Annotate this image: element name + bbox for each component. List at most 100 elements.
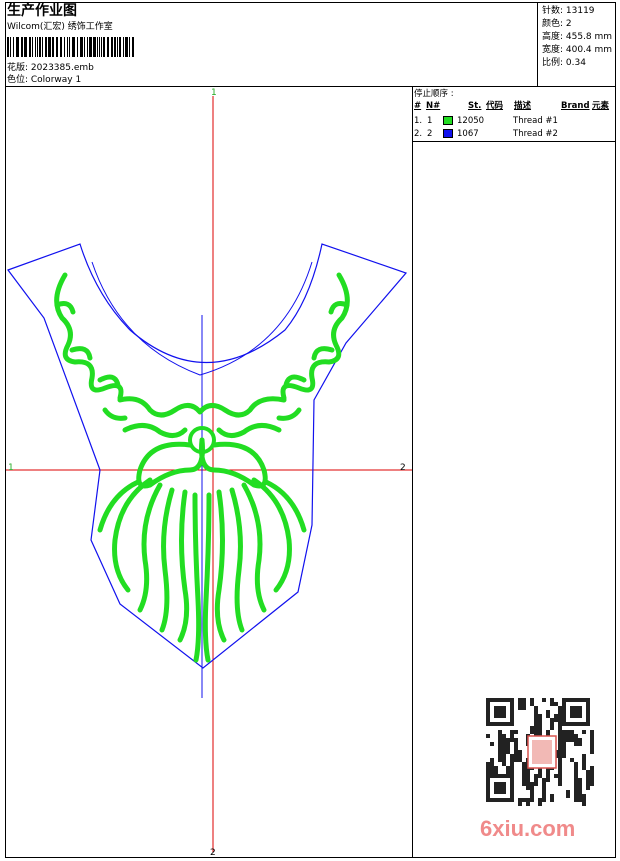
qr-module bbox=[506, 742, 510, 746]
qr-module bbox=[546, 730, 550, 734]
axis-label-top: 1 bbox=[211, 88, 217, 98]
qr-module bbox=[486, 770, 490, 774]
qr-module bbox=[574, 762, 578, 766]
qr-module bbox=[526, 770, 530, 774]
qr-module bbox=[522, 782, 526, 786]
qr-module bbox=[530, 790, 534, 794]
qr-module bbox=[534, 710, 538, 714]
qr-module bbox=[514, 730, 518, 734]
qr-module bbox=[518, 802, 522, 806]
qr-module bbox=[538, 798, 542, 802]
qr-module bbox=[514, 758, 518, 762]
qr-module bbox=[546, 774, 550, 778]
qr-module bbox=[550, 726, 554, 730]
qr-module bbox=[542, 698, 546, 702]
qr-module bbox=[534, 778, 538, 782]
qr-module bbox=[498, 754, 502, 758]
qr-module bbox=[562, 734, 566, 738]
qr-module bbox=[554, 718, 558, 722]
qr-module bbox=[558, 762, 562, 766]
qr-module bbox=[530, 794, 534, 798]
qr-module bbox=[486, 762, 490, 766]
qr-module bbox=[514, 754, 518, 758]
qr-module bbox=[558, 730, 562, 734]
qr-module bbox=[590, 730, 594, 734]
qr-module bbox=[530, 730, 534, 734]
qr-module bbox=[586, 786, 590, 790]
qr-module bbox=[534, 774, 538, 778]
qr-module bbox=[522, 706, 526, 710]
qr-module bbox=[574, 790, 578, 794]
qr-finder bbox=[494, 706, 506, 718]
axis-label-bottom: 2 bbox=[210, 848, 216, 858]
qr-module bbox=[558, 718, 562, 722]
qr-module bbox=[506, 750, 510, 754]
qr-module bbox=[490, 770, 494, 774]
qr-module bbox=[574, 766, 578, 770]
qr-module bbox=[590, 734, 594, 738]
qr-module bbox=[530, 786, 534, 790]
qr-module bbox=[502, 762, 506, 766]
qr-module bbox=[522, 798, 526, 802]
qr-module bbox=[502, 746, 506, 750]
qr-module bbox=[558, 750, 562, 754]
qr-module bbox=[562, 746, 566, 750]
qr-module bbox=[534, 718, 538, 722]
qr-module bbox=[582, 762, 586, 766]
qr-module bbox=[502, 758, 506, 762]
qr-module bbox=[494, 770, 498, 774]
qr-module bbox=[558, 710, 562, 714]
qr-module bbox=[542, 790, 546, 794]
qr-module bbox=[498, 758, 502, 762]
qr-module bbox=[530, 726, 534, 730]
qr-module bbox=[546, 778, 550, 782]
qr-module bbox=[514, 738, 518, 742]
qr-module bbox=[566, 734, 570, 738]
qr-module bbox=[502, 734, 506, 738]
qr-module bbox=[522, 778, 526, 782]
qr-module bbox=[538, 722, 542, 726]
qr-module bbox=[490, 758, 494, 762]
qr-module bbox=[574, 778, 578, 782]
qr-module bbox=[502, 754, 506, 758]
qr-module bbox=[506, 738, 510, 742]
qr-module bbox=[510, 762, 514, 766]
qr-module bbox=[550, 718, 554, 722]
qr-module bbox=[510, 754, 514, 758]
qr-module bbox=[522, 770, 526, 774]
qr-module bbox=[558, 706, 562, 710]
qr-module bbox=[538, 730, 542, 734]
qr-module bbox=[582, 730, 586, 734]
qr-module bbox=[578, 794, 582, 798]
qr-module bbox=[526, 774, 530, 778]
qr-module bbox=[498, 730, 502, 734]
qr-module bbox=[510, 758, 514, 762]
qr-module bbox=[494, 766, 498, 770]
qr-module bbox=[582, 798, 586, 802]
qr-module bbox=[582, 758, 586, 762]
qr-module bbox=[558, 774, 562, 778]
qr-module bbox=[578, 790, 582, 794]
qr-module bbox=[502, 750, 506, 754]
qr-module bbox=[542, 794, 546, 798]
qr-module bbox=[578, 786, 582, 790]
qr-module bbox=[542, 798, 546, 802]
qr-module bbox=[586, 782, 590, 786]
qr-module bbox=[570, 730, 574, 734]
qr-module bbox=[542, 786, 546, 790]
qr-module bbox=[562, 750, 566, 754]
qr-module bbox=[518, 702, 522, 706]
qr-module bbox=[578, 742, 582, 746]
qr-module bbox=[490, 742, 494, 746]
qr-module bbox=[546, 714, 550, 718]
qr-module bbox=[574, 794, 578, 798]
qr-module bbox=[578, 782, 582, 786]
qr-module bbox=[574, 786, 578, 790]
qr-module bbox=[526, 802, 530, 806]
qr-module bbox=[582, 802, 586, 806]
qr-module bbox=[510, 766, 514, 770]
qr-module bbox=[486, 766, 490, 770]
qr-module bbox=[578, 798, 582, 802]
qr-module bbox=[518, 706, 522, 710]
qr-module bbox=[506, 766, 510, 770]
